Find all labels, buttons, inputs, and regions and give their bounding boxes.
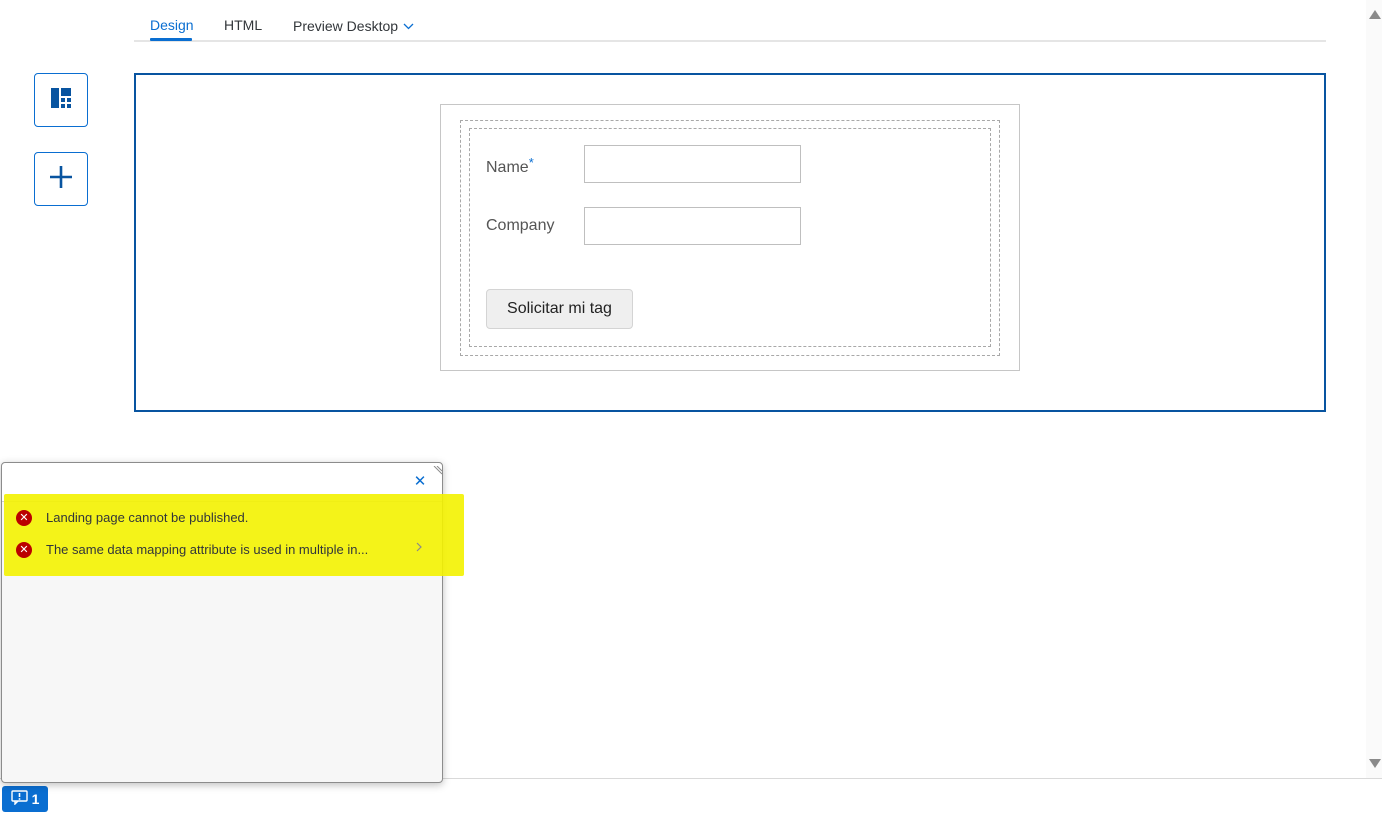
layout-icon <box>50 87 72 114</box>
chevron-down-icon <box>403 17 414 33</box>
add-element-button[interactable] <box>34 152 88 206</box>
required-marker: * <box>528 155 534 170</box>
layout-button[interactable] <box>34 73 88 127</box>
name-label-text: Name <box>486 159 529 176</box>
company-input[interactable] <box>584 207 801 245</box>
message-text: Landing page cannot be published. <box>46 510 249 525</box>
tab-preview-label: Preview Desktop <box>293 18 399 34</box>
page: Design HTML Preview Desktop Name* Compan… <box>0 0 1382 820</box>
message-count: 1 <box>31 791 40 807</box>
active-tab-indicator <box>150 38 192 41</box>
error-icon: ✕ <box>16 510 32 526</box>
scroll-up-arrow-icon[interactable] <box>1369 10 1381 19</box>
resize-handle-icon[interactable] <box>432 463 443 475</box>
editor-tab-bar: Design HTML Preview Desktop <box>134 0 1326 42</box>
message-popover-icon <box>10 790 28 808</box>
close-icon[interactable]: ✕ <box>412 474 428 490</box>
company-field-label: Company <box>486 217 555 234</box>
vertical-scrollbar[interactable] <box>1366 0 1382 778</box>
plus-icon <box>49 165 73 194</box>
name-field-label: Name* <box>486 155 534 177</box>
chevron-right-icon[interactable] <box>415 541 423 556</box>
message-item[interactable]: ✕ Landing page cannot be published. <box>1 502 441 534</box>
message-text: The same data mapping attribute is used … <box>46 542 369 557</box>
message-popover-button[interactable]: 1 <box>2 786 48 812</box>
tab-design[interactable]: Design <box>150 17 194 33</box>
name-input[interactable] <box>584 145 801 183</box>
tab-preview-desktop[interactable]: Preview Desktop <box>293 17 414 34</box>
error-icon: ✕ <box>16 542 32 558</box>
scroll-down-arrow-icon[interactable] <box>1369 759 1381 768</box>
footer-bar <box>0 778 1382 818</box>
tab-html[interactable]: HTML <box>224 17 262 33</box>
submit-button[interactable]: Solicitar mi tag <box>486 289 633 329</box>
message-item[interactable]: ✕ The same data mapping attribute is use… <box>1 534 441 566</box>
